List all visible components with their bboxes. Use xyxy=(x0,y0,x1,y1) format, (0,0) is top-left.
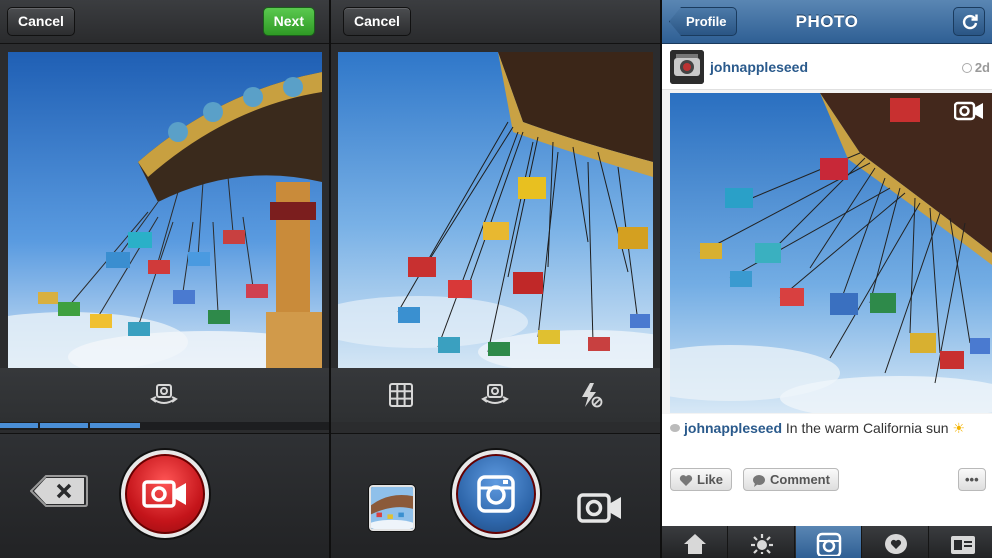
clock-icon xyxy=(961,63,972,73)
post-header: johnappleseed 2d xyxy=(662,44,992,90)
camera-toolbar xyxy=(0,368,329,422)
comment-button[interactable]: Comment xyxy=(743,468,839,491)
video-camera-icon[interactable] xyxy=(577,491,623,525)
home-icon xyxy=(683,534,706,554)
flip-camera-icon[interactable] xyxy=(481,381,509,409)
flip-camera-icon[interactable] xyxy=(150,381,178,409)
video-indicator-icon xyxy=(954,101,984,121)
like-button[interactable]: Like xyxy=(670,468,733,491)
page-title: PHOTO xyxy=(795,12,859,31)
sun-emoji: ☀ xyxy=(952,420,966,436)
progress-segment xyxy=(0,423,38,428)
ride-photo xyxy=(670,93,992,413)
post-photo[interactable] xyxy=(670,93,992,413)
post-username[interactable]: johnappleseed xyxy=(710,59,808,75)
tab-bar xyxy=(662,526,992,558)
flash-off-icon[interactable] xyxy=(576,381,604,409)
top-bar: Cancel Next xyxy=(0,0,329,44)
top-bar: Cancel xyxy=(331,0,660,44)
delete-icon[interactable] xyxy=(29,474,88,508)
cancel-button[interactable]: Cancel xyxy=(343,7,411,36)
tab-profile[interactable] xyxy=(930,526,992,558)
tab-explore[interactable] xyxy=(729,526,795,558)
photo-capture-screen: Cancel xyxy=(331,0,660,558)
capture-controls xyxy=(331,433,660,558)
comment-bubble-icon xyxy=(670,424,680,432)
ride-photo xyxy=(338,52,653,368)
ride-photo xyxy=(8,52,322,368)
capture-controls xyxy=(0,433,329,558)
caption-text: In the warm California sun xyxy=(785,420,949,436)
refresh-icon xyxy=(962,14,978,30)
progress-segment xyxy=(40,423,88,428)
post-actions: Like Comment ••• xyxy=(662,460,992,526)
progress-segment xyxy=(90,423,140,428)
explore-icon xyxy=(750,534,773,554)
tab-camera[interactable] xyxy=(796,526,862,558)
heart-bubble-icon xyxy=(884,534,907,554)
caption-username[interactable]: johnappleseed xyxy=(684,420,782,436)
nav-bar: Profile PHOTO xyxy=(662,0,992,44)
post-time-value: 2d xyxy=(974,60,990,75)
grid-icon[interactable] xyxy=(387,381,415,409)
spacer xyxy=(331,422,660,430)
instagram-camera-icon xyxy=(477,475,515,513)
camera-viewfinder[interactable] xyxy=(8,52,322,368)
shutter-button[interactable] xyxy=(452,450,540,538)
profile-icon xyxy=(951,536,975,554)
post-caption: johnappleseed In the warm California sun… xyxy=(662,414,992,460)
screenshot: Cancel Next Cancel Profile PHOTO johnapp… xyxy=(0,0,992,558)
tab-home[interactable] xyxy=(662,526,728,558)
camera-viewfinder[interactable] xyxy=(338,52,653,368)
cancel-button[interactable]: Cancel xyxy=(7,7,75,36)
comment-icon xyxy=(753,475,765,487)
video-camera-icon xyxy=(142,480,186,508)
next-button[interactable]: Next xyxy=(262,7,315,36)
like-label: Like xyxy=(697,472,724,487)
instagram-camera-icon xyxy=(816,532,841,556)
refresh-button[interactable] xyxy=(953,7,985,36)
post-time: 2d xyxy=(961,60,990,75)
gallery-thumbnail[interactable] xyxy=(369,485,415,531)
camera-toolbar xyxy=(331,368,660,422)
tab-activity[interactable] xyxy=(863,526,929,558)
photo-detail-screen: Profile PHOTO johnappleseed 2d johnapple… xyxy=(662,0,992,558)
heart-icon xyxy=(679,475,693,486)
gallery-photo xyxy=(371,487,413,529)
recording-progress-bar xyxy=(0,422,329,430)
more-button[interactable]: ••• xyxy=(958,468,986,491)
avatar[interactable] xyxy=(670,50,704,84)
comment-label: Comment xyxy=(770,472,830,487)
record-button[interactable] xyxy=(121,450,209,538)
video-capture-screen: Cancel Next xyxy=(0,0,329,558)
